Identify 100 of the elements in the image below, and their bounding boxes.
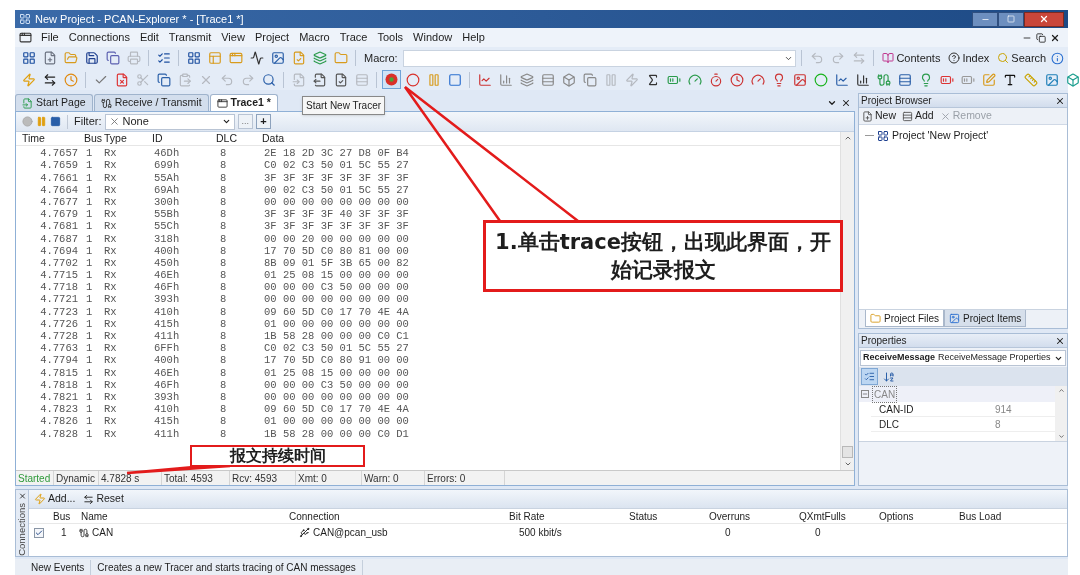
tooltip: Start New Tracer xyxy=(302,96,386,115)
table-cell-text: 318h xyxy=(153,231,181,246)
help-toolbar-button[interactable]: Search xyxy=(994,49,1050,67)
table-cell-text: 410h xyxy=(153,304,181,319)
table-cell-text: 4.7715 xyxy=(39,268,78,283)
table-cell-text: 01 25 08 15 00 00 00 00 xyxy=(263,268,409,283)
table-cell-text: 0 xyxy=(814,526,822,540)
menu-item[interactable]: Tools xyxy=(372,29,409,46)
object-combo[interactable]: ReceiveMessage ReceiveMessage Properties xyxy=(860,350,1066,366)
table-cell-text: 8 xyxy=(219,268,228,283)
table-cell-text: 0 xyxy=(724,526,732,540)
table-cell-text: 09 60 5D C0 17 70 4E 4A xyxy=(263,402,409,417)
table-cell-text: 4.7718 xyxy=(39,280,78,295)
table-cell-text: 450h xyxy=(153,255,181,270)
table-cell-text: 4.7657 xyxy=(39,146,78,161)
column-header[interactable]: Bit Rate xyxy=(509,508,629,524)
filter-label: Filter: xyxy=(74,114,102,130)
property-value[interactable]: 8 xyxy=(991,416,1001,432)
column-header[interactable]: QXmtFulls xyxy=(799,508,879,524)
table-cell-text: 46Eh xyxy=(153,365,181,380)
column-header[interactable]: Data xyxy=(256,130,285,147)
menu-item[interactable]: Connections xyxy=(63,29,135,46)
document-tab[interactable]: Trace1 * xyxy=(209,94,278,111)
menu-item[interactable]: Help xyxy=(457,29,490,46)
column-header[interactable]: Name xyxy=(81,508,289,524)
table-cell-text: 411h xyxy=(153,426,181,442)
table-cell-text: 3F 3F 3F 3F 40 3F 3F 3F xyxy=(263,207,409,222)
help-toolbar-button[interactable]: Contents xyxy=(879,49,944,67)
table-cell-text: 46Eh xyxy=(153,268,181,282)
table-cell-text: 4.7679 xyxy=(39,207,78,222)
menu-item[interactable]: Project xyxy=(249,29,295,46)
menu-item[interactable]: Transmit xyxy=(163,29,217,46)
connection-action-button[interactable]: Add... xyxy=(34,491,76,507)
annotation-callout: 报文持续时间 xyxy=(190,445,365,467)
more-button[interactable]: ... xyxy=(237,114,253,129)
table-cell-text: 400h xyxy=(153,243,181,258)
column-header[interactable]: Bus Load xyxy=(959,508,1039,524)
filter-combo[interactable]: None xyxy=(104,113,235,130)
column-header[interactable]: Connection xyxy=(289,508,509,524)
column-header[interactable]: Status xyxy=(629,508,709,524)
status-text: New Events xyxy=(15,559,92,575)
table-cell-text: 4.7763 xyxy=(39,341,78,356)
table-cell-text: 2E 18 2D 3C 27 D8 0F B4 xyxy=(263,146,409,161)
table-cell-text: 410h xyxy=(153,402,181,416)
status-text: Creates a new Tracer and starts tracing of CAN messages xyxy=(91,559,363,575)
browser-action-button[interactable]: New xyxy=(862,108,896,124)
menu-item[interactable]: File xyxy=(36,29,64,46)
property-value[interactable]: 914 xyxy=(991,401,1012,417)
annotation-callout: 1.单击trace按钮，出现此界面，开始记录报文 xyxy=(483,220,843,292)
table-cell-text: 1 xyxy=(85,341,94,356)
document-tab[interactable]: Start Page xyxy=(15,94,93,111)
table-cell-text: Rx xyxy=(104,402,118,417)
table-cell-text: 300h xyxy=(153,194,181,209)
panel-tab[interactable]: Project Items xyxy=(944,310,1027,327)
column-header[interactable]: Overruns xyxy=(709,508,799,524)
status-field: Dynamic xyxy=(54,471,99,485)
table-cell-text: 699h xyxy=(153,158,181,173)
window-title: New Project - PCAN-Explorer * - [Trace1 *] xyxy=(35,11,244,27)
table-cell-text: Rx xyxy=(104,280,118,295)
macro-label: Macro: xyxy=(363,50,399,66)
column-header[interactable]: DLC xyxy=(216,130,256,147)
browser-action-button[interactable]: Add xyxy=(902,108,934,124)
connection-action-button[interactable]: Reset xyxy=(83,491,124,507)
add-button[interactable]: + xyxy=(256,114,271,129)
table-cell-text: 8 xyxy=(219,341,228,356)
help-toolbar-button[interactable]: Index xyxy=(945,49,993,67)
table-cell-text: 500 kbit/s xyxy=(519,526,563,540)
status-field: Started xyxy=(16,471,54,485)
table-cell-text: Rx xyxy=(104,146,118,161)
table-cell-text: 46Dh xyxy=(153,146,181,160)
table-cell-text: 1 xyxy=(85,280,94,295)
column-header[interactable]: Bus xyxy=(78,130,104,147)
column-header[interactable]: Options xyxy=(879,508,959,524)
table-cell-text: C0 02 C3 50 01 5C 55 27 xyxy=(263,341,409,356)
menu-item[interactable]: Window xyxy=(408,29,458,46)
document-tab[interactable]: Receive / Transmit xyxy=(93,94,209,111)
status-field: Rcv: 4593 xyxy=(230,471,296,485)
menu-item[interactable]: View xyxy=(216,29,250,46)
table-cell-text: 8 xyxy=(219,146,228,161)
tree-item[interactable]: Project 'New Project' xyxy=(892,128,989,144)
column-header[interactable]: ID xyxy=(146,130,216,147)
property-name: DLC xyxy=(878,417,900,432)
panel-tab[interactable]: Project Files xyxy=(865,310,944,327)
panel-title: Properties xyxy=(861,334,907,348)
table-cell-text: 4.7728 xyxy=(39,329,78,344)
column-header[interactable]: Bus xyxy=(39,508,81,524)
menu-item[interactable]: Trace xyxy=(334,29,373,46)
status-field: Xmt: 0 xyxy=(296,471,362,485)
table-cell-text: 8 xyxy=(219,402,228,417)
table-cell-text: 400h xyxy=(153,353,181,368)
table-cell-text: 1 xyxy=(85,268,94,283)
column-header[interactable]: Type xyxy=(104,130,146,147)
property-name: CAN-ID xyxy=(878,402,915,417)
menu-item[interactable]: Edit xyxy=(134,29,164,46)
status-field: Total: 4593 xyxy=(162,471,230,485)
menu-item[interactable]: Macro xyxy=(294,29,335,46)
column-header[interactable]: Time xyxy=(22,130,78,147)
table-cell-text: Rx xyxy=(104,329,118,344)
table-cell-text: Rx xyxy=(104,268,118,283)
panel-title: Connections xyxy=(14,503,28,556)
